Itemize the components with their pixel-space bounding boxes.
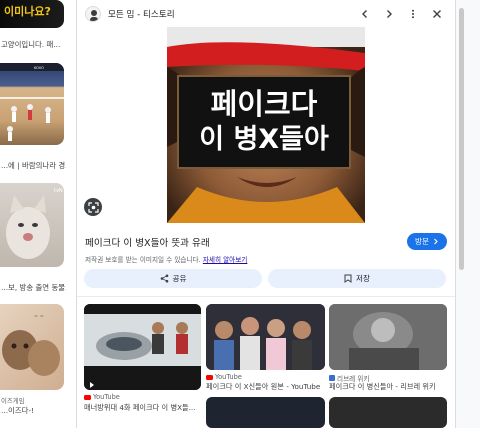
svg-text:~ ~: ~ ~ — [34, 314, 44, 320]
share-label: 공유 — [172, 274, 187, 283]
result-thumbnail[interactable]: 이미나요? — [0, 0, 64, 28]
related-thumbnail[interactable] — [329, 304, 447, 370]
related-source: YouTube — [206, 373, 242, 381]
related-title[interactable]: 페이크다 이 X신들아 원본 - YouTube — [206, 382, 320, 392]
cats-image: ~ ~ — [2, 314, 60, 376]
bookmark-icon — [344, 274, 352, 283]
result-caption[interactable]: ...이즈다-! — [1, 405, 34, 416]
more-vert-icon[interactable] — [403, 4, 423, 24]
related-title[interactable]: 매너방위대 4화 페이크다 이 병X들... — [84, 403, 195, 413]
copyright-text: 저작권 보호를 받는 이미지일 수 있습니다. — [85, 256, 201, 264]
site-name[interactable]: 모든 밈 - 티스토리 — [108, 8, 175, 20]
image-caption-line1: 페이크다 — [210, 87, 318, 121]
share-button[interactable]: 공유 — [84, 269, 262, 288]
image-caption-box: 페이크다 이 병X들아 — [177, 75, 351, 169]
image-preview-panel: 모든 밈 - 티스토리 페이크다 이 병X들아 페이크다 이 병X들아 뜻과 유… — [76, 0, 456, 428]
result-source: 이즈게임 — [1, 397, 25, 405]
related-source-name: YouTube — [93, 393, 120, 401]
share-icon — [160, 274, 168, 283]
related-thumbnail[interactable] — [206, 304, 325, 370]
avatar-icon — [85, 6, 101, 22]
related-image — [84, 304, 201, 390]
learn-more-link[interactable]: 자세히 알아보기 — [203, 256, 248, 264]
main-image[interactable]: 페이크다 이 병X들아 — [167, 27, 365, 223]
image-caption-line2: 이 병X들아 — [199, 124, 329, 155]
chevron-right-icon — [434, 238, 438, 245]
save-button[interactable]: 저장 — [268, 269, 446, 288]
scrollbar-thumb[interactable] — [459, 8, 464, 270]
chevron-left-icon[interactable] — [355, 4, 375, 24]
result-caption[interactable]: ...보, 방송 출연 동물... — [1, 282, 66, 293]
cat-image: tvN — [6, 188, 63, 259]
related-thumbnail[interactable] — [84, 304, 201, 390]
visit-button[interactable]: 방문 — [407, 233, 447, 250]
related-title[interactable]: 페이크다 이 병신들아 - 리브레 위키 — [329, 382, 436, 392]
youtube-icon — [84, 394, 91, 400]
result-thumbnail[interactable]: KOVO — [0, 63, 64, 145]
visit-label: 방문 — [415, 237, 429, 246]
wiki-icon — [329, 375, 335, 381]
result-thumbnail[interactable]: ~ ~ — [0, 304, 64, 390]
copyright-notice: 저작권 보호를 받는 이미지일 수 있습니다. 자세히 알아보기 — [85, 254, 247, 264]
close-icon[interactable] — [427, 4, 447, 24]
image-title[interactable]: 페이크다 이 병X들아 뜻과 유래 — [85, 235, 210, 249]
svg-text:KOVO: KOVO — [34, 66, 44, 70]
youtube-icon — [206, 374, 213, 380]
save-label: 저장 — [356, 274, 370, 283]
svg-text:tvN: tvN — [54, 188, 63, 194]
related-image — [329, 304, 447, 370]
lens-icon[interactable] — [84, 198, 102, 216]
related-source: YouTube — [84, 393, 120, 401]
result-caption[interactable]: 고양이입니다. 패... — [1, 39, 60, 50]
related-image — [206, 304, 325, 370]
divider — [77, 296, 455, 297]
preview-header: 모든 밈 - 티스토리 — [77, 0, 455, 28]
left-results-column: 이미나요? 고양이입니다. 패... KOVO ...에 | 바람의나라 경..… — [0, 0, 66, 428]
banner-text: 이미나요? — [4, 5, 51, 18]
chevron-right-icon[interactable] — [379, 4, 399, 24]
result-caption[interactable]: ...에 | 바람의나라 경... — [1, 160, 66, 171]
volleyball-scene: KOVO — [0, 63, 64, 141]
related-thumbnail[interactable] — [329, 397, 447, 428]
result-thumbnail[interactable]: tvN — [0, 183, 64, 267]
related-source-name: YouTube — [215, 373, 242, 381]
related-thumbnail[interactable] — [206, 397, 325, 428]
